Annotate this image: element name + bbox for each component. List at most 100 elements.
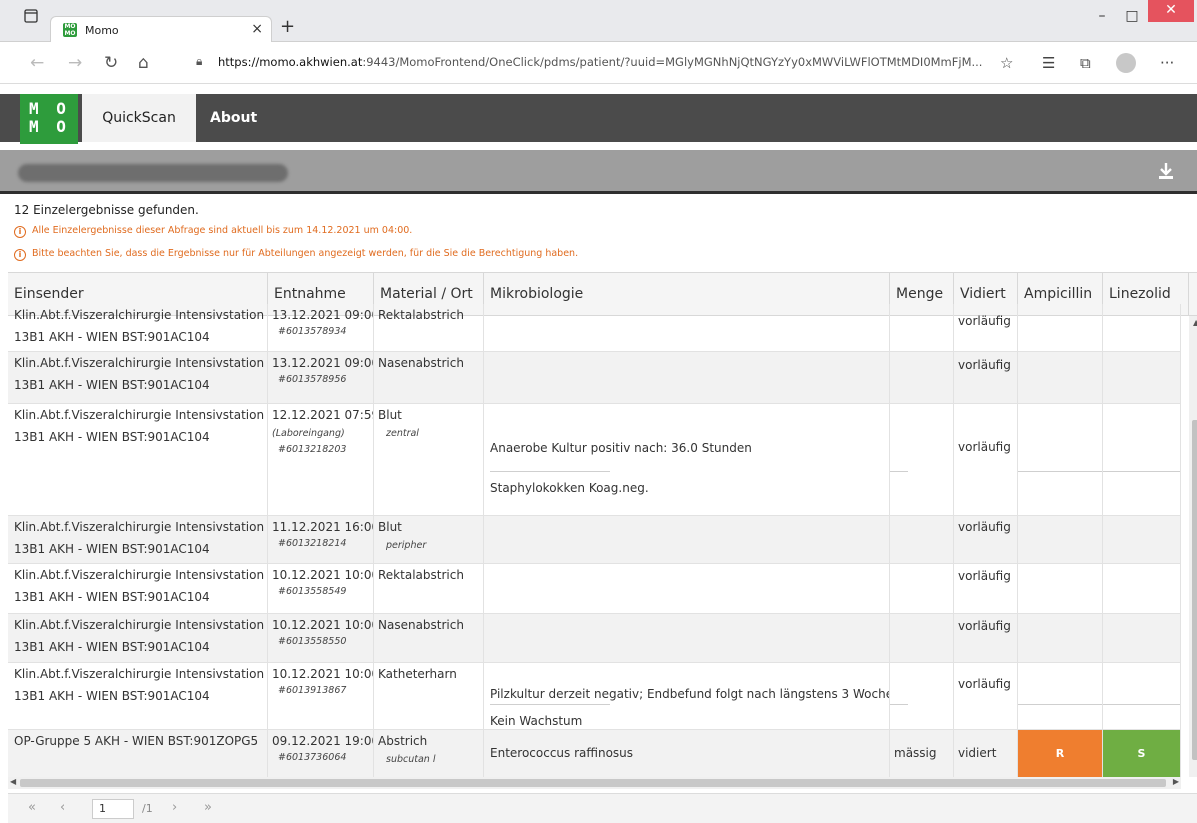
einsender-name: Klin.Abt.f.Viszeralchirurgie Intensivsta… bbox=[14, 356, 265, 370]
horizontal-scrollbar[interactable]: ◀ ▶ bbox=[8, 777, 1181, 789]
more-options-icon[interactable]: ··· bbox=[1160, 54, 1174, 72]
mikrobiologie-result: Kein Wachstum bbox=[490, 714, 583, 728]
back-icon[interactable]: ← bbox=[30, 53, 44, 73]
new-tab-icon[interactable]: + bbox=[280, 16, 295, 37]
table-row[interactable]: Klin.Abt.f.Viszeralchirurgie Intensivsta… bbox=[8, 304, 1181, 352]
first-page-icon[interactable]: « bbox=[28, 800, 36, 815]
menge-cell bbox=[890, 304, 954, 351]
ampicillin-cell[interactable] bbox=[1018, 516, 1103, 563]
page-total: /1 bbox=[142, 802, 153, 815]
mikrobiologie-cell bbox=[484, 516, 890, 563]
order-number: #6013913867 bbox=[278, 685, 347, 696]
profile-avatar[interactable] bbox=[1116, 53, 1136, 73]
einsender-name: OP-Gruppe 5 AKH - WIEN BST:901ZOPG5 bbox=[14, 734, 259, 748]
linezolid-cell[interactable] bbox=[1103, 304, 1181, 351]
info-icon: i bbox=[14, 226, 26, 238]
table-row[interactable]: Klin.Abt.f.Viszeralchirurgie Intensivsta… bbox=[8, 614, 1181, 663]
minimize-icon[interactable]: – bbox=[1088, 0, 1116, 32]
download-icon[interactable] bbox=[1158, 162, 1174, 184]
mikrobiologie-result: Anaerobe Kultur positiv nach: 36.0 Stund… bbox=[490, 440, 752, 455]
einsender-name: Klin.Abt.f.Viszeralchirurgie Intensivsta… bbox=[14, 568, 265, 582]
collections-icon[interactable]: ⧉ bbox=[1080, 54, 1091, 72]
einsender-name: Klin.Abt.f.Viszeralchirurgie Intensivsta… bbox=[14, 408, 265, 422]
home-icon[interactable]: ⌂ bbox=[138, 53, 149, 73]
favorites-icon[interactable]: ☰ bbox=[1042, 54, 1055, 72]
pagination: « ‹ 1 /1 › » bbox=[8, 793, 1197, 823]
ampicillin-cell[interactable] bbox=[1018, 352, 1103, 403]
menge-value: mässig bbox=[894, 746, 937, 760]
linezolid-cell[interactable]: S bbox=[1103, 730, 1181, 777]
material-cell: Abstrich subcutan l bbox=[374, 730, 484, 777]
lock-icon[interactable]: 🔒︎ bbox=[196, 54, 202, 69]
scroll-left-icon[interactable]: ◀ bbox=[10, 777, 16, 786]
forward-icon[interactable]: → bbox=[68, 53, 82, 73]
menge-cell: mässig bbox=[890, 730, 954, 777]
nav-quickscan[interactable]: QuickScan bbox=[82, 94, 196, 142]
page-input[interactable]: 1 bbox=[92, 799, 134, 819]
einsender-cell: Klin.Abt.f.Viszeralchirurgie Intensivsta… bbox=[8, 304, 268, 351]
last-page-icon[interactable]: » bbox=[204, 800, 212, 815]
ampicillin-cell[interactable] bbox=[1018, 304, 1103, 351]
linezolid-cell[interactable] bbox=[1103, 516, 1181, 563]
scroll-up-icon[interactable]: ▲ bbox=[1193, 318, 1197, 327]
linezolid-cell[interactable] bbox=[1103, 404, 1181, 515]
einsender-cell: Klin.Abt.f.Viszeralchirurgie Intensivsta… bbox=[8, 663, 268, 729]
vidiert-cell: vidiert bbox=[954, 730, 1018, 777]
entnahme-date: 10.12.2021 10:00 bbox=[272, 618, 374, 632]
table-row[interactable]: Klin.Abt.f.Viszeralchirurgie Intensivsta… bbox=[8, 516, 1181, 564]
cell-divider bbox=[890, 704, 908, 705]
horizontal-scroll-thumb[interactable] bbox=[20, 779, 1166, 787]
linezolid-cell[interactable] bbox=[1103, 564, 1181, 613]
entnahme-cell: 10.12.2021 10:00 #6013558549 bbox=[268, 564, 374, 613]
material-cell: Nasenabstrich bbox=[374, 614, 484, 662]
linezolid-cell[interactable] bbox=[1103, 663, 1181, 729]
material: Nasenabstrich bbox=[378, 618, 464, 632]
prev-page-icon[interactable]: ‹ bbox=[60, 800, 65, 815]
vidiert-cell: vorläufig bbox=[954, 352, 1018, 403]
nav-about[interactable]: About bbox=[210, 94, 257, 142]
menge-cell bbox=[890, 404, 954, 515]
patient-header bbox=[0, 150, 1197, 194]
next-page-icon[interactable]: › bbox=[172, 800, 177, 815]
entnahme-cell: 10.12.2021 10:00 #6013558550 bbox=[268, 614, 374, 662]
vertical-scrollbar[interactable]: ▲ bbox=[1189, 316, 1197, 777]
ampicillin-cell[interactable] bbox=[1018, 663, 1103, 729]
vertical-scroll-thumb[interactable] bbox=[1192, 420, 1197, 760]
einsender-name: Klin.Abt.f.Viszeralchirurgie Intensivsta… bbox=[14, 667, 265, 681]
table-row[interactable]: Klin.Abt.f.Viszeralchirurgie Intensivsta… bbox=[8, 663, 1181, 730]
table-row[interactable]: Klin.Abt.f.Viszeralchirurgie Intensivsta… bbox=[8, 564, 1181, 614]
tab-title: Momo bbox=[85, 24, 119, 37]
vidiert-status: vorläufig bbox=[958, 619, 1011, 633]
browser-tab[interactable]: MO MO Momo × bbox=[50, 16, 272, 43]
linezolid-cell[interactable] bbox=[1103, 352, 1181, 403]
material-ort: subcutan l bbox=[386, 754, 436, 765]
maximize-icon[interactable]: □ bbox=[1118, 0, 1146, 32]
window-menu-icon[interactable] bbox=[24, 8, 44, 28]
entnahme-date: 10.12.2021 10:00 bbox=[272, 568, 374, 582]
material-ort: zentral bbox=[386, 428, 419, 439]
momo-logo[interactable]: M O M O bbox=[20, 94, 78, 144]
table-row[interactable]: Klin.Abt.f.Viszeralchirurgie Intensivsta… bbox=[8, 404, 1181, 516]
url-field[interactable]: 🔒︎ https://momo.akhwien.at:9443/MomoFron… bbox=[182, 50, 987, 76]
refresh-icon[interactable]: ↻ bbox=[104, 53, 118, 73]
logo-line-1: M O bbox=[29, 99, 70, 118]
entnahme-date: 10.12.2021 10:00 bbox=[272, 667, 374, 681]
material-ort: peripher bbox=[386, 540, 427, 551]
scroll-right-icon[interactable]: ▶ bbox=[1173, 777, 1179, 786]
add-favorite-icon[interactable]: ☆ bbox=[1000, 54, 1013, 72]
ampicillin-cell[interactable] bbox=[1018, 564, 1103, 613]
order-number: #6013578956 bbox=[278, 374, 347, 385]
table-row[interactable]: OP-Gruppe 5 AKH - WIEN BST:901ZOPG5 09.12… bbox=[8, 730, 1181, 777]
mikrobiologie-divider bbox=[490, 471, 610, 472]
linezolid-cell[interactable] bbox=[1103, 614, 1181, 662]
ampicillin-cell[interactable] bbox=[1018, 404, 1103, 515]
close-window-icon[interactable]: ✕ bbox=[1148, 0, 1194, 22]
einsender-name: Klin.Abt.f.Viszeralchirurgie Intensivsta… bbox=[14, 520, 265, 534]
ampicillin-cell[interactable]: R bbox=[1018, 730, 1103, 777]
linezolid-result[interactable]: S bbox=[1103, 730, 1180, 777]
cell-divider bbox=[1018, 471, 1102, 472]
table-row[interactable]: Klin.Abt.f.Viszeralchirurgie Intensivsta… bbox=[8, 352, 1181, 404]
close-tab-icon[interactable]: × bbox=[251, 21, 263, 37]
ampicillin-cell[interactable] bbox=[1018, 614, 1103, 662]
ampicillin-result[interactable]: R bbox=[1018, 730, 1102, 777]
